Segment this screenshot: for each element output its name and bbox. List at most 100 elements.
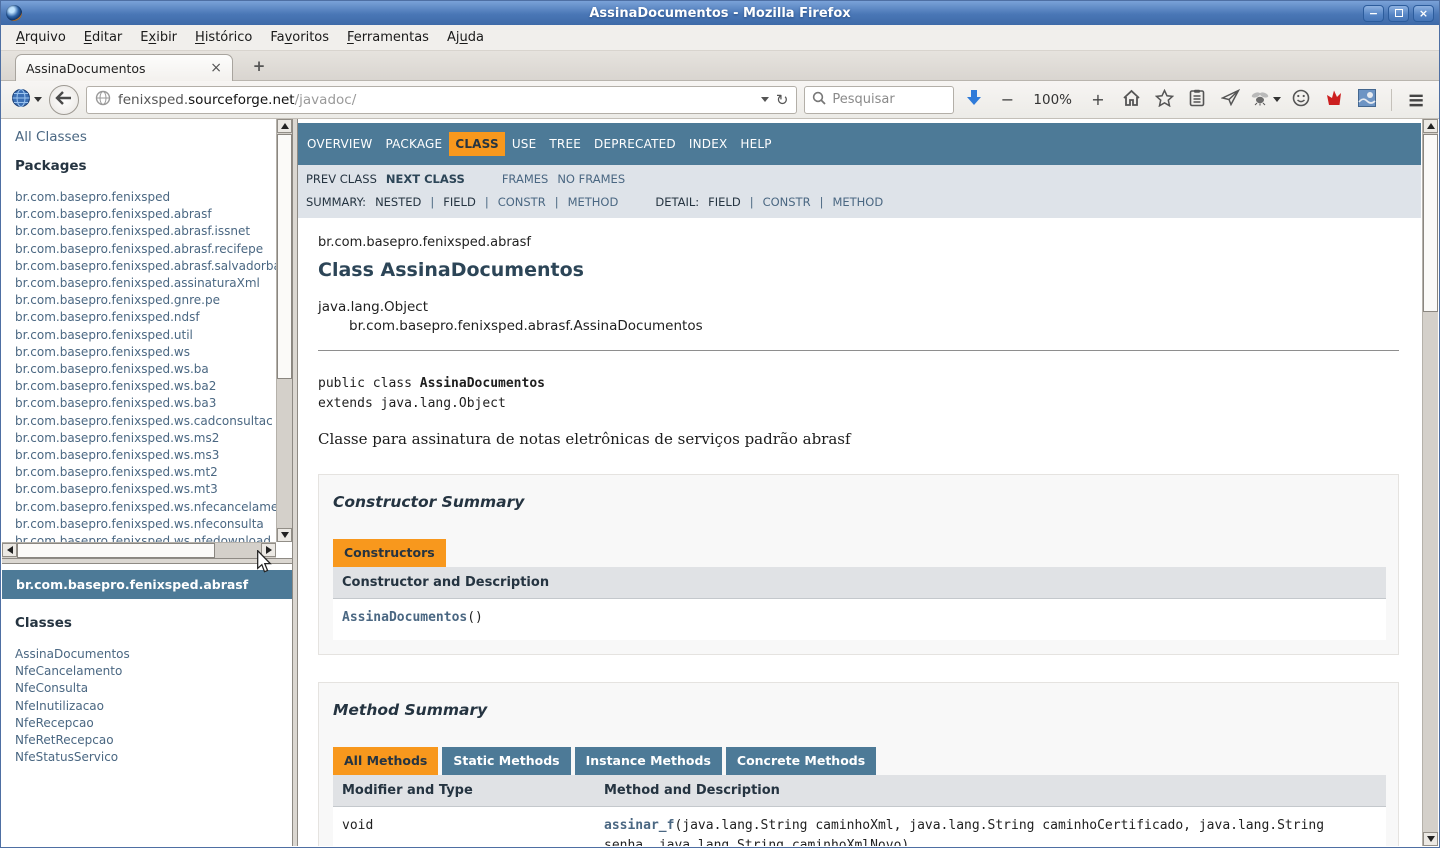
package-link[interactable]: br.com.basepro.fenixsped.ws.ms2 xyxy=(15,430,270,447)
back-button[interactable] xyxy=(49,85,79,115)
javadoc-subnav-link[interactable]: NESTED xyxy=(375,195,421,209)
javadoc-subnav-link[interactable]: NEXT CLASS xyxy=(386,172,465,186)
fly-extension-button[interactable] xyxy=(1250,86,1281,114)
method-link[interactable]: assinar_f xyxy=(604,818,674,833)
red-extension-button[interactable] xyxy=(1321,86,1347,114)
method-filter-tab[interactable]: Instance Methods xyxy=(575,747,722,775)
packages-horizontal-scrollbar[interactable] xyxy=(2,542,276,558)
constructor-link[interactable]: AssinaDocumentos xyxy=(342,610,467,625)
javadoc-subnav-link[interactable]: DETAIL: xyxy=(655,195,699,209)
javadoc-nav-link[interactable]: INDEX xyxy=(683,132,734,156)
javadoc-subnav-link[interactable]: CONSTR xyxy=(763,195,811,209)
package-link[interactable]: br.com.basepro.fenixsped.abrasf.issnet xyxy=(15,223,270,240)
javadoc-subnav-link[interactable]: METHOD xyxy=(568,195,619,209)
minimize-button[interactable]: − xyxy=(1363,5,1384,22)
package-link[interactable]: br.com.basepro.fenixsped.gnre.pe xyxy=(15,292,270,309)
javadoc-nav-link[interactable]: TREE xyxy=(543,132,587,156)
scroll-up-button[interactable] xyxy=(1423,119,1438,133)
url-dropdown-icon[interactable] xyxy=(761,97,769,102)
home-button[interactable] xyxy=(1118,86,1144,114)
chevron-down-icon[interactable] xyxy=(1273,97,1281,102)
app-menu-button[interactable]: ≡ xyxy=(1403,86,1429,114)
tab-close-icon[interactable]: × xyxy=(210,61,222,75)
page-globe-menu-button[interactable] xyxy=(11,86,42,114)
class-link[interactable]: NfeConsulta xyxy=(15,680,286,697)
javadoc-subnav-link[interactable]: | xyxy=(430,195,434,209)
scrollbar-thumb[interactable] xyxy=(17,543,215,558)
close-button[interactable]: × xyxy=(1413,5,1434,22)
zoom-out-button[interactable]: − xyxy=(994,86,1020,114)
package-link[interactable]: br.com.basepro.fenixsped.ws.mt2 xyxy=(15,464,270,481)
title-bar[interactable]: AssinaDocumentos - Mozilla Firefox − × xyxy=(1,1,1439,25)
package-link[interactable]: br.com.basepro.fenixsped.abrasf xyxy=(15,206,270,223)
class-link[interactable]: NfeRetRecepcao xyxy=(15,732,286,749)
menu-item[interactable]: Favoritos xyxy=(261,26,338,49)
method-filter-tab[interactable]: Static Methods xyxy=(442,747,570,775)
scrollbar-thumb[interactable] xyxy=(277,134,292,379)
menu-item[interactable]: Ajuda xyxy=(438,26,493,49)
javadoc-nav-link[interactable]: PACKAGE xyxy=(380,132,449,156)
menu-item[interactable]: Histórico xyxy=(186,26,261,49)
javadoc-subnav-link[interactable]: | xyxy=(750,195,754,209)
method-filter-tab[interactable]: Concrete Methods xyxy=(726,747,876,775)
class-link[interactable]: NfeStatusServico xyxy=(15,749,286,766)
maximize-button[interactable] xyxy=(1388,5,1409,22)
menu-item[interactable]: Exibir xyxy=(131,26,186,49)
packages-vertical-scrollbar[interactable] xyxy=(276,119,292,542)
package-frame-header[interactable]: br.com.basepro.fenixsped.abrasf xyxy=(2,570,292,599)
javadoc-nav-link[interactable]: HELP xyxy=(734,132,777,156)
scroll-down-button[interactable] xyxy=(277,528,292,542)
zoom-level[interactable]: 100% xyxy=(1027,92,1078,108)
package-link[interactable]: br.com.basepro.fenixsped.ws.nfedownload xyxy=(15,533,270,542)
package-link[interactable]: br.com.basepro.fenixsped xyxy=(15,189,270,206)
package-link[interactable]: br.com.basepro.fenixsped.ws.cadconsultac xyxy=(15,413,270,430)
package-link[interactable]: br.com.basepro.fenixsped.assinaturaXml xyxy=(15,275,270,292)
new-tab-button[interactable]: + xyxy=(245,57,273,77)
javadoc-nav-link[interactable]: DEPRECATED xyxy=(588,132,682,156)
package-link[interactable]: br.com.basepro.fenixsped.ws.ba2 xyxy=(15,378,270,395)
javadoc-subnav-link[interactable]: FIELD xyxy=(708,195,741,209)
tab-assinadocumentos[interactable]: AssinaDocumentos × xyxy=(15,54,233,81)
scroll-up-button[interactable] xyxy=(277,119,292,133)
url-bar[interactable]: fenixsped.sourceforge.net/javadoc/ ↻ xyxy=(86,86,797,114)
javadoc-subnav-link[interactable]: CONSTR xyxy=(498,195,546,209)
class-link[interactable]: NfeInutilizacao xyxy=(15,698,286,715)
javadoc-subnav-link[interactable]: | xyxy=(485,195,489,209)
scrollbar-thumb[interactable] xyxy=(1423,134,1438,312)
reload-button[interactable]: ↻ xyxy=(776,91,789,109)
all-classes-link[interactable]: All Classes xyxy=(15,129,270,145)
package-link[interactable]: br.com.basepro.fenixsped.abrasf.salvador… xyxy=(15,258,270,275)
package-link[interactable]: br.com.basepro.fenixsped.ws xyxy=(15,344,270,361)
method-filter-tab[interactable]: All Methods xyxy=(333,747,438,775)
search-input[interactable] xyxy=(832,92,946,107)
javadoc-subnav-link[interactable]: | xyxy=(820,195,824,209)
menu-item[interactable]: Ferramentas xyxy=(338,26,438,49)
menu-item[interactable]: Arquivo xyxy=(7,26,75,49)
package-link[interactable]: br.com.basepro.fenixsped.util xyxy=(15,327,270,344)
search-box[interactable] xyxy=(804,86,954,114)
javadoc-subnav-link[interactable]: FRAMES xyxy=(502,172,549,186)
package-link[interactable]: br.com.basepro.fenixsped.ws.ba3 xyxy=(15,395,270,412)
javadoc-nav-link[interactable]: CLASS xyxy=(449,132,505,156)
javadoc-subnav-link[interactable]: METHOD xyxy=(832,195,883,209)
class-link[interactable]: AssinaDocumentos xyxy=(15,646,286,663)
scroll-down-button[interactable] xyxy=(1423,832,1438,846)
javadoc-nav-link[interactable]: USE xyxy=(506,132,543,156)
package-link[interactable]: br.com.basepro.fenixsped.ws.nfecancelame xyxy=(15,499,270,516)
javadoc-nav-link[interactable]: OVERVIEW xyxy=(301,132,379,156)
class-link[interactable]: NfeCancelamento xyxy=(15,663,286,680)
menu-item[interactable]: Editar xyxy=(75,26,132,49)
zoom-in-button[interactable]: + xyxy=(1085,86,1111,114)
package-link[interactable]: br.com.basepro.fenixsped.ws.ba xyxy=(15,361,270,378)
javadoc-subnav-link[interactable]: | xyxy=(555,195,559,209)
package-link[interactable]: br.com.basepro.fenixsped.ndsf xyxy=(15,309,270,326)
bookmarks-sidebar-button[interactable] xyxy=(1184,86,1210,114)
scroll-left-button[interactable] xyxy=(2,543,17,557)
javadoc-subnav-link[interactable]: NO FRAMES xyxy=(557,172,625,186)
javadoc-subnav-link[interactable]: PREV CLASS xyxy=(306,172,377,186)
package-link[interactable]: br.com.basepro.fenixsped.ws.ms3 xyxy=(15,447,270,464)
send-tab-button[interactable] xyxy=(1217,86,1243,114)
main-vertical-scrollbar[interactable] xyxy=(1422,119,1438,846)
package-link[interactable]: br.com.basepro.fenixsped.abrasf.recifepe xyxy=(15,241,270,258)
smiley-extension-button[interactable] xyxy=(1288,86,1314,114)
